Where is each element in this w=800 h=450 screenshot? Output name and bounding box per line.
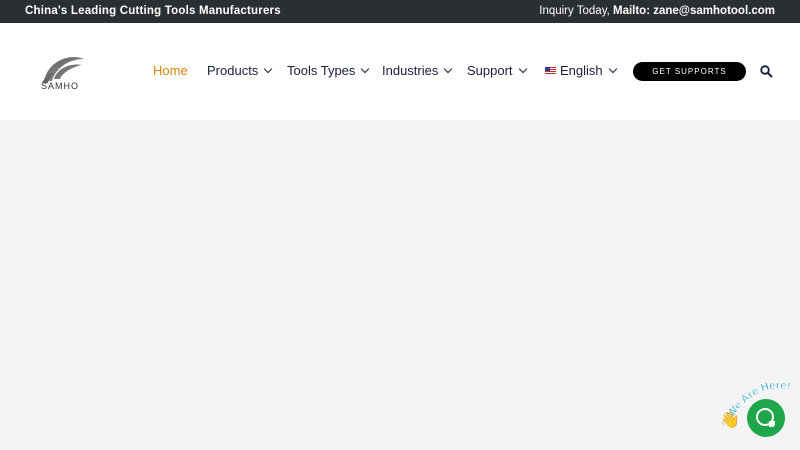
nav-industries-label: Industries	[382, 63, 439, 78]
chevron-down-icon	[361, 64, 370, 74]
chevron-down-icon	[608, 64, 617, 74]
nav-products[interactable]: Products	[207, 63, 273, 78]
chevron-down-icon	[264, 64, 273, 74]
waving-hand-icon: 👋	[720, 412, 740, 429]
nav-language[interactable]: English	[545, 63, 617, 78]
nav-products-label: Products	[207, 63, 259, 78]
logo-text: SAMHO	[41, 81, 80, 91]
nav-tools-types[interactable]: Tools Types	[287, 63, 370, 78]
inquiry-prefix: Inquiry Today,	[539, 5, 613, 17]
nav-support[interactable]: Support	[467, 63, 527, 78]
top-bar: China's Leading Cutting Tools Manufactur…	[0, 0, 800, 23]
site-header: SAMHO Home Products Tools Types Industri…	[0, 23, 800, 120]
nav-tools-types-label: Tools Types	[287, 63, 356, 78]
main-content-area	[0, 120, 800, 450]
nav-home[interactable]: Home	[153, 63, 188, 78]
chevron-down-icon	[518, 64, 527, 74]
nav-support-label: Support	[467, 63, 513, 78]
chat-button[interactable]	[747, 399, 785, 437]
nav-language-label: English	[560, 63, 603, 78]
search-icon[interactable]	[760, 65, 773, 78]
us-flag-icon	[545, 67, 556, 74]
tagline: China's Leading Cutting Tools Manufactur…	[25, 5, 281, 17]
get-supports-button[interactable]: GET SUPPORTS	[633, 62, 746, 81]
chevron-down-icon	[444, 64, 453, 74]
chat-bubble-tail	[769, 421, 775, 427]
nav-industries[interactable]: Industries	[382, 63, 453, 78]
inquiry-contact: Inquiry Today, Mailto: zane@samhotool.co…	[539, 5, 775, 17]
mailto-link[interactable]: Mailto: zane@samhotool.com	[613, 5, 775, 17]
